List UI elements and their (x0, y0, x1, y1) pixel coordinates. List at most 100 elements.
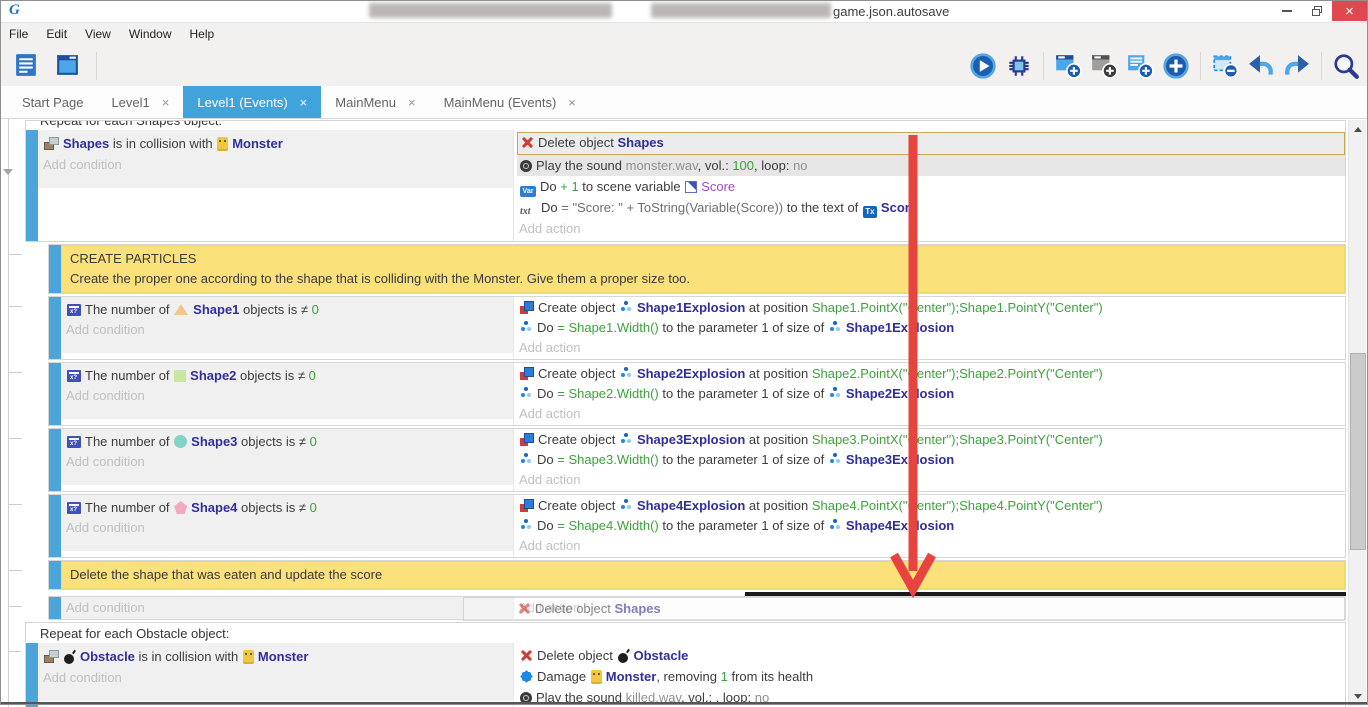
scrollbar-thumb[interactable] (1350, 353, 1366, 550)
tab-mainmenu[interactable]: MainMenu× (321, 86, 429, 118)
toolbar-separator (1043, 52, 1044, 80)
event-bar (49, 495, 61, 557)
collapse-expander-icon[interactable] (3, 169, 13, 175)
close-button[interactable]: × (1332, 1, 1367, 21)
action-row-create-object[interactable]: Create object Shape1Explosion at positio… (517, 298, 1345, 318)
add-condition-row[interactable]: Add condition (41, 154, 513, 175)
tab-close-icon[interactable]: × (568, 95, 576, 110)
tab-mainmenu-events[interactable]: MainMenu (Events)× (430, 86, 590, 118)
restore-button[interactable] (1302, 1, 1332, 21)
remove-event-button[interactable] (1209, 50, 1241, 82)
particle-icon (620, 499, 633, 512)
tab-level1-events[interactable]: Level1 (Events)× (183, 86, 321, 118)
add-condition-row[interactable]: Add condition (41, 667, 513, 688)
x-icon (521, 136, 534, 149)
tree-rail (8, 119, 9, 707)
add-other-event-button[interactable] (1160, 50, 1192, 82)
add-action-row[interactable]: Add action (517, 338, 1345, 358)
title-bar: G game.json.autosave × (0, 0, 1368, 22)
action-row-create-object[interactable]: Create object Shape2Explosion at positio… (517, 364, 1345, 384)
particle-icon (829, 453, 842, 466)
add-condition-row[interactable]: Add condition (64, 452, 513, 472)
event-shape3: The number of Shape3 objects is ≠ 0 Add … (48, 428, 1346, 492)
add-comment-button[interactable] (1124, 50, 1156, 82)
add-condition-row[interactable]: Add condition (64, 598, 513, 618)
tab-close-icon[interactable]: × (300, 95, 308, 110)
redo-button[interactable] (1281, 50, 1313, 82)
add-condition-row[interactable]: Add condition (64, 320, 513, 340)
event-bar (49, 597, 61, 619)
particle-icon (620, 301, 633, 314)
menu-item-view[interactable]: View (76, 27, 120, 41)
menu-item-help[interactable]: Help (181, 27, 224, 41)
debug-button[interactable] (1003, 50, 1035, 82)
action-row-text-of-score[interactable]: Do = "Score: " + ToString(Variable(Score… (517, 197, 1345, 218)
events-sheet-button[interactable] (10, 50, 42, 82)
action-row-create-object[interactable]: Create object Shape4Explosion at positio… (517, 496, 1345, 516)
event-bar (49, 363, 61, 425)
add-condition-row[interactable]: Add condition (64, 518, 513, 538)
action-row-scene-variable[interactable]: Do + 1 to scene variable Score (517, 176, 1345, 197)
remove-selection-icon (1211, 52, 1239, 80)
search-button[interactable] (1330, 50, 1362, 82)
action-row-delete-obstacle[interactable]: Delete object Obstacle (517, 645, 1345, 666)
drag-ghost[interactable]: Delete object Shapes (463, 597, 1345, 621)
damage-icon (520, 670, 533, 683)
redacted-title-text (651, 3, 831, 18)
plus-circle-icon (1162, 52, 1190, 80)
repeat-event-header[interactable]: Repeat for each Obstacle object: (26, 623, 1345, 643)
count-icon (67, 370, 81, 382)
action-row-create-object[interactable]: Create object Shape3Explosion at positio… (517, 430, 1345, 450)
tab-close-icon[interactable]: × (162, 95, 170, 110)
toolbar-separator (1321, 52, 1322, 80)
event-shape4: The number of Shape4 objects is ≠ 0 Add … (48, 494, 1346, 558)
scroll-up-icon[interactable] (1349, 122, 1366, 137)
action-row-damage-monster[interactable]: Damage Monster, removing 1 from its heal… (517, 666, 1345, 687)
minimize-button[interactable] (1272, 1, 1302, 21)
condition-row[interactable]: Obstacle is in collision with Monster (41, 646, 513, 667)
preview-button[interactable] (967, 50, 999, 82)
add-action-row[interactable]: Add action (517, 470, 1345, 490)
condition-row[interactable]: The number of Shape3 objects is ≠ 0 (64, 432, 513, 452)
add-action-row[interactable]: Add action (517, 218, 1345, 239)
condition-row[interactable]: The number of Shape4 objects is ≠ 0 (64, 498, 513, 518)
scene-window-button[interactable] (51, 50, 83, 82)
search-icon (1332, 52, 1360, 80)
menu-item-file[interactable]: File (0, 27, 37, 41)
comment-create-particles[interactable]: CREATE PARTICLES Create the proper one a… (48, 244, 1346, 294)
action-row-set-size[interactable]: Do = Shape3.Width() to the parameter 1 o… (517, 450, 1345, 470)
events-scrollbar[interactable] (1348, 120, 1366, 706)
particle-icon (620, 433, 633, 446)
collision-icon (44, 650, 59, 663)
event-bar (49, 245, 61, 293)
menu-item-window[interactable]: Window (120, 27, 181, 41)
bug-icon (1005, 52, 1033, 80)
tab-close-icon[interactable]: × (408, 95, 416, 110)
comment-delete-shape[interactable]: Delete the shape that was eaten and upda… (48, 560, 1346, 590)
action-row-set-size[interactable]: Do = Shape2.Width() to the parameter 1 o… (517, 384, 1345, 404)
add-condition-row[interactable]: Add condition (64, 386, 513, 406)
add-action-row[interactable]: Add action (517, 404, 1345, 424)
condition-row[interactable]: Shapes is in collision with Monster (41, 133, 513, 154)
event-shape1: The number of Shape1 objects is ≠ 0 Add … (48, 296, 1346, 360)
action-row-play-sound[interactable]: Play the sound monster.wav, vol.: 100, l… (517, 155, 1345, 176)
monster-icon (217, 137, 228, 151)
action-row-set-size[interactable]: Do = Shape4.Width() to the parameter 1 o… (517, 516, 1345, 536)
condition-row[interactable]: The number of Shape2 objects is ≠ 0 (64, 366, 513, 386)
tab-start-page[interactable]: Start Page (8, 86, 97, 118)
undo-button[interactable] (1245, 50, 1277, 82)
menu-item-edit[interactable]: Edit (37, 27, 76, 41)
txt-icon (520, 206, 537, 218)
action-row-set-size[interactable]: Do = Shape1.Width() to the parameter 1 o… (517, 318, 1345, 338)
toolbar-separator (1200, 52, 1201, 80)
toolbar-separator (96, 52, 97, 80)
action-row-delete-shapes[interactable]: Delete object Shapes (517, 132, 1345, 155)
add-event-icon (1054, 52, 1082, 80)
condition-row[interactable]: The number of Shape1 objects is ≠ 0 (64, 300, 513, 320)
tab-level1[interactable]: Level1× (97, 86, 183, 118)
add-event-button[interactable] (1052, 50, 1084, 82)
add-sub-event-button[interactable] (1088, 50, 1120, 82)
add-action-row[interactable]: Add action (517, 536, 1345, 556)
toolbar (0, 45, 1368, 86)
shape3-icon (174, 435, 187, 448)
